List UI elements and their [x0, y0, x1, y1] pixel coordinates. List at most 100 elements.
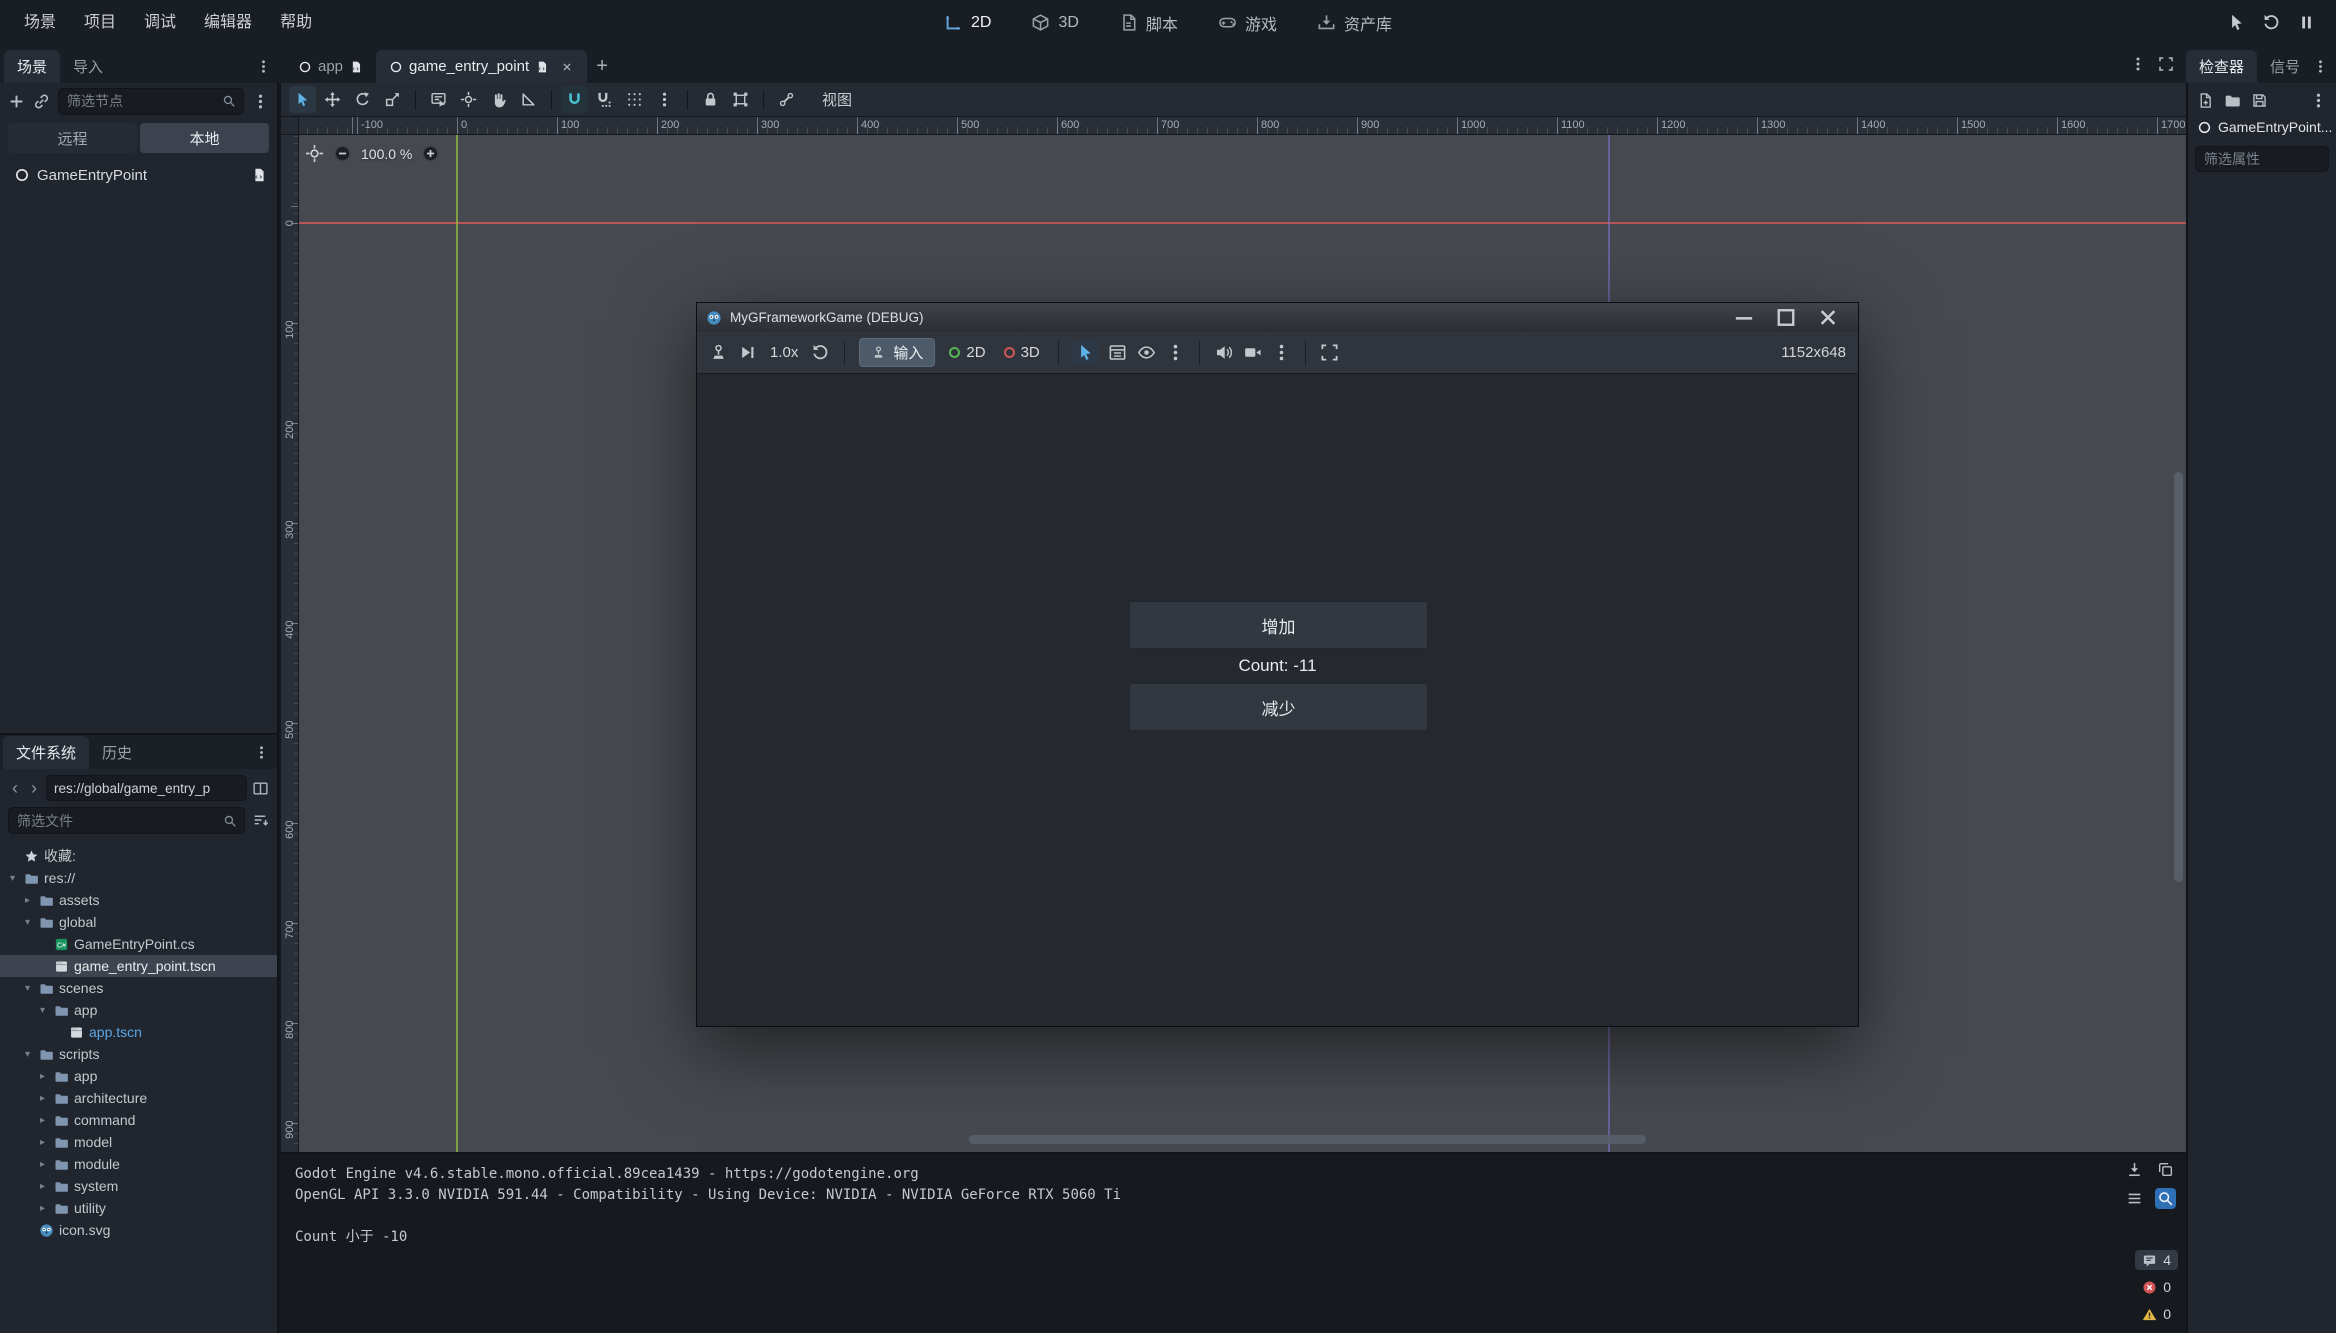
scene-dock-tab-menu-icon[interactable] — [256, 59, 271, 74]
menubar-item-0[interactable]: 场景 — [10, 0, 70, 45]
select-options-menu-icon[interactable] — [1166, 343, 1185, 362]
fs-item-:[interactable]: 收藏: — [0, 845, 277, 867]
collapse-log-icon[interactable] — [2126, 1190, 2143, 1207]
visibility-icon[interactable] — [1137, 343, 1156, 362]
scene-tab-1[interactable]: game_entry_point — [376, 50, 587, 83]
tree-arrow-icon[interactable]: ▸ — [36, 1181, 49, 1192]
decrease-button[interactable]: 减少 — [1129, 683, 1428, 731]
zoom-out-button[interactable] — [333, 144, 352, 163]
load-resource-icon[interactable] — [2224, 92, 2241, 109]
new-scene-tab-button[interactable]: + — [587, 50, 617, 83]
add-node-button[interactable] — [8, 93, 25, 110]
scene-tree-root-node[interactable]: GameEntryPoint — [0, 160, 277, 190]
attached-script-icon[interactable] — [251, 167, 267, 183]
workspace-button-0[interactable]: 2D — [930, 8, 1005, 37]
camera-options-menu-icon[interactable] — [1272, 343, 1291, 362]
dock-tab-0[interactable]: 场景 — [4, 50, 60, 83]
tree-arrow-icon[interactable]: ▾ — [6, 873, 19, 884]
scene-tab-list-menu-icon[interactable] — [2130, 56, 2146, 72]
pause-game-icon[interactable] — [2297, 13, 2316, 32]
tree-arrow-icon[interactable]: ▸ — [21, 895, 34, 906]
current-path-input[interactable] — [46, 775, 247, 801]
audio-mute-icon[interactable] — [1214, 343, 1233, 362]
close-tab-icon[interactable] — [560, 60, 574, 74]
camera-override-icon[interactable] — [1243, 343, 1262, 362]
snap-options-menu-icon[interactable] — [651, 86, 678, 113]
fs-item-module[interactable]: ▸module — [0, 1153, 277, 1175]
close-icon[interactable] — [1807, 303, 1849, 332]
toggle-split-mode-icon[interactable] — [252, 780, 269, 797]
menubar-item-3[interactable]: 编辑器 — [190, 0, 266, 45]
tree-arrow-icon[interactable]: ▾ — [21, 917, 34, 928]
rotate-tool-icon[interactable] — [349, 86, 376, 113]
sort-files-icon[interactable] — [252, 812, 269, 829]
fs-item-game_entry_point.tscn[interactable]: game_entry_point.tscn — [0, 955, 277, 977]
embed-fullscreen-icon[interactable] — [1320, 343, 1339, 362]
select-tool-icon[interactable] — [289, 86, 316, 113]
filter-properties-input[interactable]: 筛选属性 — [2195, 146, 2329, 172]
fs-item-GameEntryPoint.cs[interactable]: C#GameEntryPoint.cs — [0, 933, 277, 955]
fs-item-app.tscn[interactable]: app.tscn — [0, 1021, 277, 1043]
pan-tool-icon[interactable] — [485, 86, 512, 113]
inspector-dock-tab-menu-icon[interactable] — [2313, 59, 2328, 74]
fs-item-utility[interactable]: ▸utility — [0, 1197, 277, 1219]
menubar-item-4[interactable]: 帮助 — [266, 0, 326, 45]
reload-project-icon[interactable] — [2262, 13, 2281, 32]
workspace-button-2[interactable]: 脚本 — [1105, 6, 1192, 40]
scene-tab-0[interactable]: app — [285, 50, 376, 83]
lock-toggle-icon[interactable] — [697, 86, 724, 113]
smart-snap-toggle-icon[interactable] — [561, 86, 588, 113]
dock-tab-1[interactable]: 导入 — [60, 50, 116, 83]
tree-arrow-icon[interactable]: ▸ — [36, 1071, 49, 1082]
filesystem-dock-menu-icon[interactable] — [254, 745, 269, 760]
workspace-button-3[interactable]: 游戏 — [1204, 6, 1291, 40]
messages-filter-badge[interactable]: 4 — [2135, 1250, 2178, 1270]
increase-button[interactable]: 增加 — [1129, 601, 1428, 649]
save-resource-icon[interactable] — [2251, 92, 2268, 109]
tree-arrow-icon[interactable]: ▸ — [36, 1137, 49, 1148]
fs-item-app[interactable]: ▾app — [0, 999, 277, 1021]
workspace-button-1[interactable]: 3D — [1017, 8, 1092, 37]
input-mode-button[interactable]: 输入 — [859, 338, 935, 367]
tree-arrow-icon[interactable]: ▾ — [36, 1005, 49, 1016]
node-list-icon[interactable] — [1108, 343, 1127, 362]
zoom-in-button[interactable] — [421, 144, 440, 163]
tree-arrow-icon[interactable]: ▾ — [21, 983, 34, 994]
inspector-tab-0[interactable]: 检查器 — [2186, 50, 2257, 83]
copy-log-icon[interactable] — [2157, 1161, 2174, 1178]
save-log-icon[interactable] — [2126, 1161, 2143, 1178]
fs-item-icon.svg[interactable]: icon.svg — [0, 1219, 277, 1241]
nav-back-icon[interactable]: ‹ — [8, 777, 22, 799]
fs-item-assets[interactable]: ▸assets — [0, 889, 277, 911]
menubar-item-1[interactable]: 项目 — [70, 0, 130, 45]
move-tool-icon[interactable] — [319, 86, 346, 113]
group-toggle-icon[interactable] — [727, 86, 754, 113]
filesystem-tab-0[interactable]: 文件系统 — [3, 736, 89, 769]
fs-item-command[interactable]: ▸command — [0, 1109, 277, 1131]
game-window-titlebar[interactable]: MyGFrameworkGame (DEBUG) — [697, 303, 1858, 332]
tree-arrow-icon[interactable]: ▸ — [36, 1115, 49, 1126]
edited-object-row[interactable]: GameEntryPoint... — [2188, 116, 2336, 138]
camera-2d-toggle[interactable]: 2D — [945, 344, 989, 361]
snap-grid-icon[interactable] — [621, 86, 648, 113]
workspace-button-4[interactable]: 资产库 — [1303, 6, 1406, 40]
fs-item-res:[interactable]: ▾res:// — [0, 867, 277, 889]
speed-label[interactable]: 1.0x — [767, 344, 801, 361]
grid-snap-toggle-icon[interactable] — [591, 86, 618, 113]
maximize-icon[interactable] — [1765, 303, 1807, 332]
fs-item-scripts[interactable]: ▾scripts — [0, 1043, 277, 1065]
tree-arrow-icon[interactable]: ▸ — [36, 1203, 49, 1214]
list-select-tool-icon[interactable] — [425, 86, 452, 113]
distraction-free-icon[interactable] — [2158, 56, 2174, 72]
select-cursor-icon[interactable] — [2227, 13, 2246, 32]
next-frame-icon[interactable] — [738, 343, 757, 362]
tree-arrow-icon[interactable]: ▸ — [36, 1093, 49, 1104]
scale-tool-icon[interactable] — [379, 86, 406, 113]
camera-3d-toggle[interactable]: 3D — [1000, 344, 1044, 361]
tree-arrow-icon[interactable]: ▾ — [21, 1049, 34, 1060]
nav-forward-icon[interactable]: › — [27, 777, 41, 799]
horizontal-scrollbar[interactable] — [969, 1135, 1646, 1144]
fs-item-model[interactable]: ▸model — [0, 1131, 277, 1153]
fs-item-scenes[interactable]: ▾scenes — [0, 977, 277, 999]
search-log-icon[interactable] — [2155, 1188, 2176, 1209]
